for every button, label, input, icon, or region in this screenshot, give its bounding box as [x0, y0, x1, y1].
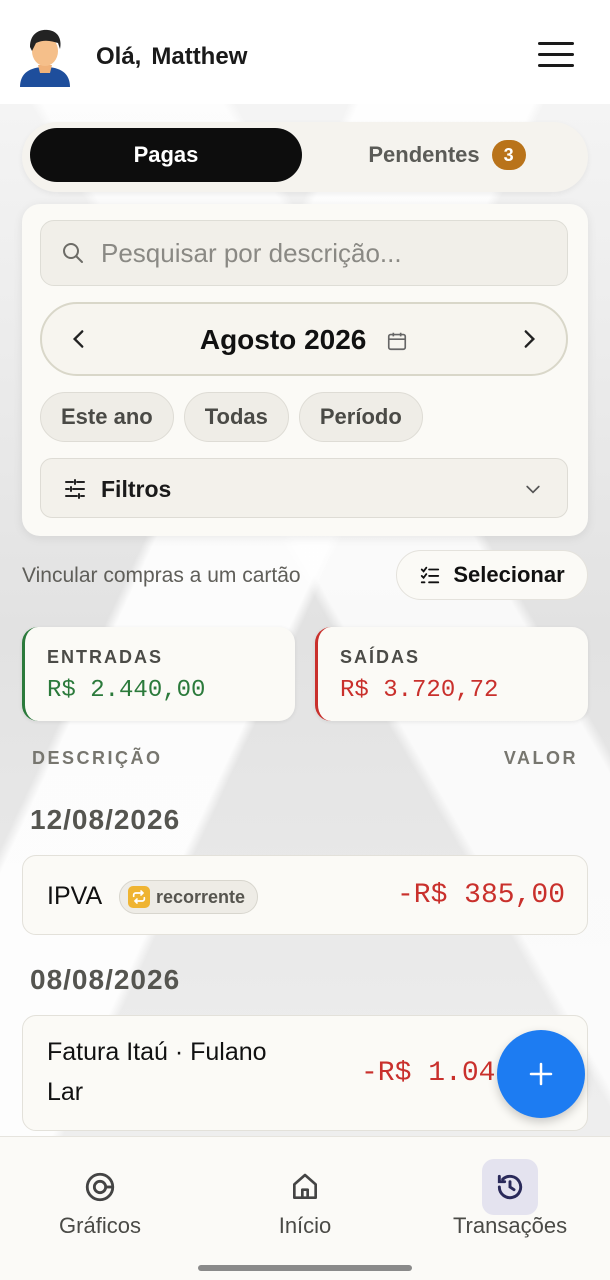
chart-donut-icon	[72, 1159, 128, 1215]
tab-pagas[interactable]: Pagas	[30, 128, 302, 182]
tab-pendentes[interactable]: Pendentes 3	[312, 128, 582, 182]
calendar-icon	[388, 332, 407, 351]
nav-label-transacoes: Transações	[452, 1213, 568, 1238]
sliders-icon	[65, 479, 85, 499]
menu-icon[interactable]	[538, 42, 574, 72]
chevron-right-icon[interactable]	[516, 326, 542, 352]
greeting-prefix: Olá,	[96, 43, 142, 70]
month-label[interactable]: Agosto 2026	[42, 324, 566, 356]
expense-summary-card: SAÍDAS R$ 3.720,72	[315, 627, 588, 721]
transaction-description-line2: Lar	[47, 1078, 84, 1106]
date-group-header: 12/08/2026	[30, 804, 181, 835]
home-icon	[277, 1159, 333, 1215]
add-transaction-button[interactable]	[497, 1030, 585, 1118]
transaction-value: -R$ 1.04	[361, 1058, 496, 1089]
month-text: Agosto 2026	[199, 324, 367, 355]
expense-label: SAÍDAS	[340, 647, 421, 667]
select-button[interactable]: Selecionar	[396, 550, 588, 600]
search-icon	[63, 243, 83, 263]
transaction-description-line1: Fatura Itaú · Fulano	[47, 1038, 267, 1066]
income-label: ENTRADAS	[47, 647, 164, 667]
chevron-down-icon	[526, 485, 540, 494]
income-value: R$ 2.440,00	[47, 677, 206, 704]
search-input[interactable]	[101, 237, 521, 269]
bottom-navigation: Gráficos Início Transações	[0, 1136, 610, 1280]
nav-label-inicio: Início	[278, 1213, 332, 1238]
plus-icon	[529, 1062, 553, 1086]
filters-label: Filtros	[101, 476, 172, 502]
transaction-description: IPVA	[47, 882, 103, 910]
link-cards-text: Vincular compras a um cartão	[22, 564, 301, 587]
expense-value: R$ 3.720,72	[340, 677, 499, 704]
search-box	[40, 220, 568, 286]
recurring-tag: recorrente	[119, 880, 259, 914]
filters-dropdown[interactable]: Filtros	[40, 458, 568, 518]
user-name: Matthew	[151, 43, 248, 70]
column-header-value: VALOR	[503, 748, 578, 768]
nav-label-graficos: Gráficos	[59, 1213, 141, 1238]
month-navigator: Agosto 2026	[40, 302, 568, 376]
chip-este-ano[interactable]: Este ano	[40, 392, 174, 442]
nav-item-inicio[interactable]: Início	[205, 1137, 405, 1247]
chip-periodo[interactable]: Período	[298, 392, 423, 442]
nav-item-graficos[interactable]: Gráficos	[0, 1137, 200, 1247]
column-header-description: DESCRIÇÃO	[32, 748, 163, 768]
filter-card: Agosto 2026 Este ano Todas Período Filtr…	[22, 204, 588, 536]
checklist-icon	[421, 566, 440, 584]
chip-todas[interactable]: Todas	[183, 392, 289, 442]
recurring-tag-label: recorrente	[156, 886, 246, 907]
pending-count-badge: 3	[491, 140, 526, 170]
income-summary-card: ENTRADAS R$ 2.440,00	[22, 627, 295, 721]
transaction-row[interactable]: IPVA recorrente -R$ 385,00	[22, 855, 588, 935]
tab-pendentes-label: Pendentes	[368, 142, 480, 167]
avatar[interactable]	[18, 27, 72, 87]
greeting: Olá, Matthew	[96, 43, 257, 71]
nav-item-transacoes[interactable]: Transações	[410, 1137, 610, 1247]
date-group-header: 08/08/2026	[30, 964, 181, 995]
status-segmented-control: Pagas Pendentes 3	[22, 122, 588, 192]
transaction-value: -R$ 385,00	[396, 880, 565, 911]
history-icon	[482, 1159, 538, 1215]
app-header: Olá, Matthew	[0, 0, 610, 104]
repeat-icon	[128, 886, 150, 908]
period-chips: Este ano Todas Período	[40, 392, 423, 442]
select-label: Selecionar	[453, 562, 565, 587]
home-indicator	[198, 1265, 412, 1271]
